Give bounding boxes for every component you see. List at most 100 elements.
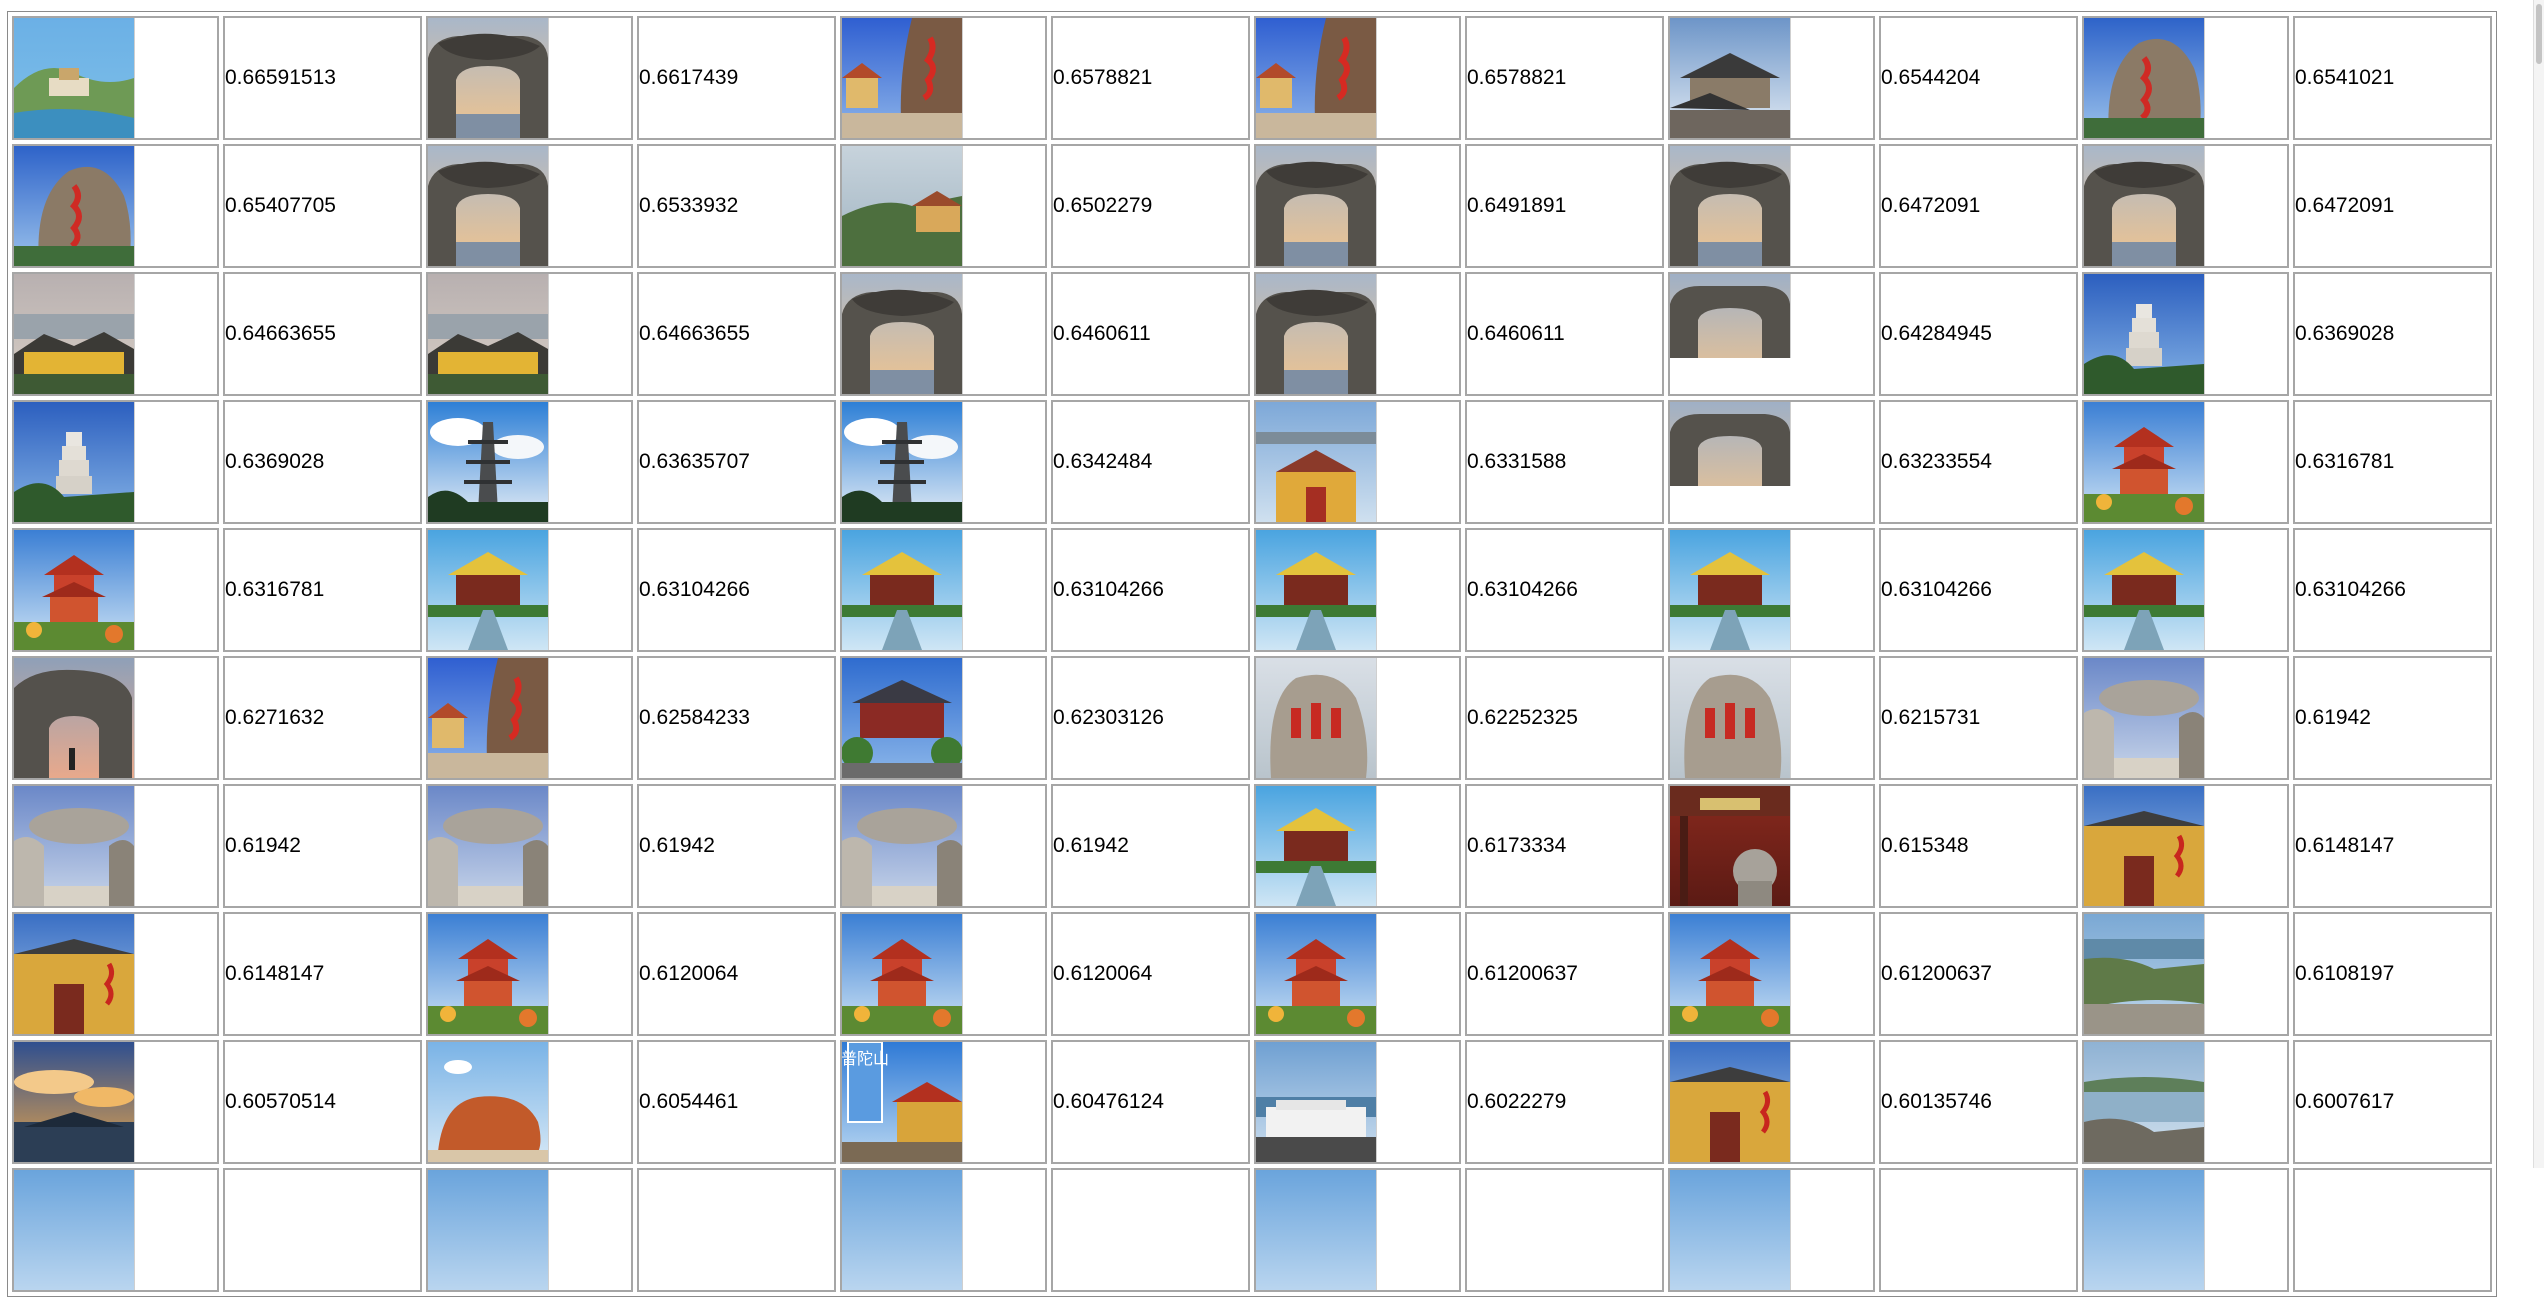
thumbnail-image[interactable] — [1670, 1042, 1791, 1162]
thumbnail-cell — [840, 912, 1047, 1036]
thumbnail-image[interactable] — [428, 274, 549, 394]
similarity-score: 0.6148147 — [2293, 784, 2492, 908]
thumbnail-image[interactable] — [1256, 18, 1377, 138]
thumbnail-image[interactable] — [1670, 786, 1791, 906]
thumbnail-image[interactable] — [2084, 658, 2205, 778]
thumbnail-cell — [12, 1040, 219, 1164]
similarity-score: 0.6022279 — [1465, 1040, 1664, 1164]
similarity-score: 0.60135746 — [1879, 1040, 2078, 1164]
thumbnail-image[interactable] — [14, 530, 135, 650]
thumbnail-image[interactable] — [428, 1042, 549, 1162]
thumbnail-image[interactable] — [2084, 146, 2205, 266]
similarity-score: 0.6472091 — [1879, 144, 2078, 268]
thumbnail-image[interactable] — [2084, 786, 2205, 906]
similarity-score: 0.6215731 — [1879, 656, 2078, 780]
thumbnail-image[interactable] — [14, 1042, 135, 1162]
thumbnail-image[interactable] — [428, 530, 549, 650]
thumbnail-image[interactable] — [1256, 146, 1377, 266]
thumbnail-image[interactable] — [842, 530, 963, 650]
similarity-score — [1465, 1168, 1664, 1292]
thumbnail-image[interactable] — [1670, 146, 1791, 266]
thumbnail-image[interactable] — [14, 402, 135, 522]
table-row: 0.6316781 0.63104266 0.63104266 0.63104266 0… — [12, 528, 2492, 652]
similarity-score: 0.6578821 — [1051, 16, 1250, 140]
table-row: 0.65407705 0.6533932 0.6502279 0.6491891 0.6… — [12, 144, 2492, 268]
similarity-score: 0.6544204 — [1879, 16, 2078, 140]
thumbnail-image[interactable] — [2084, 530, 2205, 650]
similarity-score: 0.66591513 — [223, 16, 422, 140]
similarity-score: 0.6472091 — [2293, 144, 2492, 268]
thumbnail-image[interactable] — [2084, 274, 2205, 394]
thumbnail-cell — [2082, 272, 2289, 396]
similarity-score: 0.615348 — [1879, 784, 2078, 908]
thumbnail-image[interactable] — [1256, 274, 1377, 394]
scrollbar-thumb[interactable] — [2536, 4, 2542, 64]
thumbnail-image[interactable] — [2084, 914, 2205, 1034]
thumbnail-image[interactable] — [428, 658, 549, 778]
thumbnail-image[interactable] — [14, 146, 135, 266]
thumbnail-cell — [840, 16, 1047, 140]
thumbnail-image[interactable] — [842, 146, 963, 266]
thumbnail-cell — [840, 400, 1047, 524]
similarity-score: 0.62252325 — [1465, 656, 1664, 780]
thumbnail-image[interactable] — [14, 1170, 135, 1290]
thumbnail-image[interactable] — [428, 18, 549, 138]
thumbnail-image[interactable] — [428, 1170, 549, 1290]
thumbnail-image[interactable] — [14, 914, 135, 1034]
thumbnail-image[interactable] — [1670, 914, 1791, 1034]
thumbnail-cell — [2082, 16, 2289, 140]
thumbnail-image[interactable] — [2084, 1170, 2205, 1290]
thumbnail-image[interactable] — [842, 274, 963, 394]
thumbnail-cell — [1668, 912, 1875, 1036]
thumbnail-image[interactable] — [428, 402, 549, 522]
thumbnail-image[interactable] — [2084, 1042, 2205, 1162]
thumbnail-image[interactable] — [1256, 530, 1377, 650]
thumbnail-cell — [12, 144, 219, 268]
table-row — [12, 1168, 2492, 1292]
thumbnail-cell — [1254, 656, 1461, 780]
thumbnail-image[interactable] — [14, 18, 135, 138]
thumbnail-image[interactable] — [1670, 1170, 1791, 1290]
thumbnail-image[interactable] — [14, 658, 135, 778]
thumbnail-image[interactable] — [842, 18, 963, 138]
thumbnail-image[interactable] — [1256, 402, 1377, 522]
vertical-scrollbar[interactable] — [2533, 0, 2544, 1168]
thumbnail-image[interactable] — [1256, 786, 1377, 906]
similarity-score: 0.63104266 — [1465, 528, 1664, 652]
thumbnail-image[interactable] — [842, 658, 963, 778]
thumbnail-image[interactable] — [842, 786, 963, 906]
thumbnail-image[interactable] — [14, 786, 135, 906]
thumbnail-cell — [12, 656, 219, 780]
thumbnail-cell — [426, 400, 633, 524]
thumbnail-image[interactable] — [842, 1170, 963, 1290]
similarity-score: 0.63104266 — [2293, 528, 2492, 652]
thumbnail-image[interactable] — [428, 786, 549, 906]
thumbnail-image[interactable] — [1670, 658, 1791, 778]
similarity-score: 0.6120064 — [637, 912, 836, 1036]
thumbnail-image[interactable] — [842, 402, 963, 522]
thumbnail-image[interactable] — [2084, 402, 2205, 522]
thumbnail-image[interactable] — [1256, 658, 1377, 778]
thumbnail-cell — [1254, 912, 1461, 1036]
similarity-score: 0.61942 — [637, 784, 836, 908]
thumbnail-image[interactable] — [1670, 18, 1791, 138]
thumbnail-image[interactable] — [2084, 18, 2205, 138]
thumbnail-image[interactable] — [1256, 914, 1377, 1034]
banner-calligraphy-text: 普陀山 — [842, 1049, 889, 1068]
similarity-score: 0.6460611 — [1051, 272, 1250, 396]
thumbnail-image[interactable] — [1256, 1170, 1377, 1290]
thumbnail-image[interactable] — [428, 914, 549, 1034]
thumbnail-image[interactable] — [1256, 1042, 1377, 1162]
thumbnail-image[interactable]: 普陀山 — [842, 1042, 963, 1162]
similarity-score: 0.6148147 — [223, 912, 422, 1036]
thumbnail-image[interactable] — [1670, 530, 1791, 650]
thumbnail-image[interactable] — [1670, 402, 1791, 486]
similarity-score: 0.60570514 — [223, 1040, 422, 1164]
thumbnail-image[interactable] — [842, 914, 963, 1034]
thumbnail-image[interactable] — [1670, 274, 1791, 358]
similarity-score: 0.64284945 — [1879, 272, 2078, 396]
thumbnail-image[interactable] — [428, 146, 549, 266]
thumbnail-cell — [2082, 656, 2289, 780]
thumbnail-image[interactable] — [14, 274, 135, 394]
similarity-score: 0.6369028 — [2293, 272, 2492, 396]
